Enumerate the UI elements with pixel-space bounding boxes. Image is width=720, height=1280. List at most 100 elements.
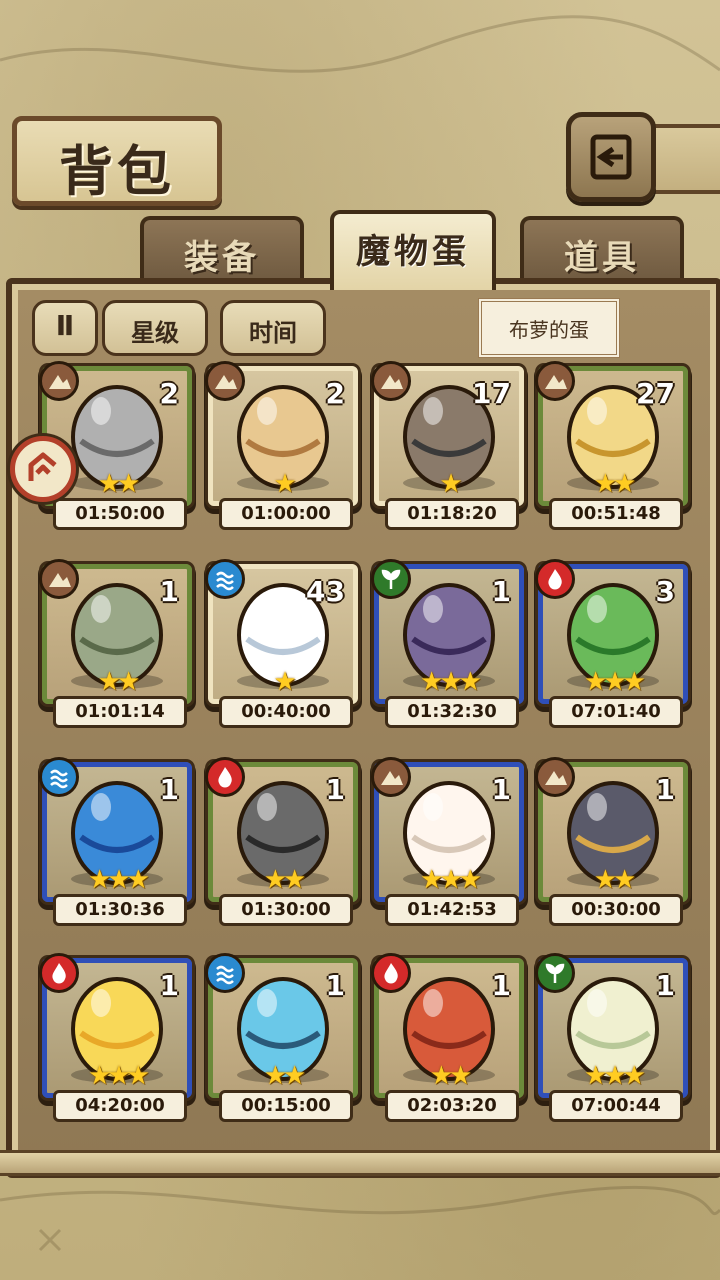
- hatch-timer-text: 01:01:14: [75, 701, 165, 722]
- egg-count: 17: [472, 377, 511, 410]
- fire-element-icon: [205, 757, 245, 797]
- star-rating: ★★: [263, 865, 307, 895]
- star-rating: ★★: [429, 1061, 473, 1091]
- egg-count: 2: [325, 377, 345, 410]
- tab-items[interactable]: 道具: [520, 216, 684, 282]
- egg-card[interactable]: 1 ★★★: [371, 559, 524, 704]
- hatch-timer-text: 01:32:30: [407, 701, 497, 722]
- egg-card[interactable]: 1 ★★: [535, 757, 688, 902]
- hatch-timer-text: 01:50:00: [75, 503, 165, 524]
- egg-card[interactable]: 1 ★★★: [39, 757, 192, 902]
- hatch-timer-text: 04:20:00: [75, 1095, 165, 1116]
- star-rating: ★★★: [88, 1061, 150, 1091]
- star-rating: ★★: [593, 865, 637, 895]
- hatch-timer-text: 00:51:48: [571, 503, 661, 524]
- egg-count: 1: [655, 773, 675, 806]
- star-rating: ★: [439, 469, 462, 499]
- star-rating: ★★★: [584, 1061, 646, 1091]
- hatch-timer: 02:03:20: [385, 1090, 519, 1122]
- egg-count: 3: [655, 575, 675, 608]
- arrow-badge-icon: [28, 452, 57, 481]
- hatch-timer: 00:30:00: [549, 894, 683, 926]
- hatch-timer-text: 01:42:53: [407, 899, 497, 920]
- water-element-icon: [39, 757, 79, 797]
- water-element-icon: [205, 953, 245, 993]
- egg-card[interactable]: 1 ★★★: [371, 757, 524, 902]
- star-rating: ★★★: [420, 667, 482, 697]
- grass-element-icon: [535, 953, 575, 993]
- earth-element-icon: [371, 361, 411, 401]
- hatch-timer: 01:30:00: [219, 894, 353, 926]
- earth-element-icon: [371, 757, 411, 797]
- hatch-timer: 01:18:20: [385, 498, 519, 530]
- star-rating: ★★: [97, 667, 141, 697]
- star-rating: ★: [273, 667, 296, 697]
- tab-items-label: 道具: [564, 238, 640, 278]
- hatch-timer-text: 01:18:20: [407, 503, 497, 524]
- hatch-timer: 01:30:36: [53, 894, 187, 926]
- egg-card[interactable]: 1 ★★: [205, 953, 358, 1098]
- hatch-timer: 00:40:00: [219, 696, 353, 728]
- egg-card[interactable]: 27 ★★: [535, 361, 688, 506]
- hatch-timer-text: 01:30:00: [241, 899, 331, 920]
- star-rating: ★★★: [584, 667, 646, 697]
- hatch-timer: 01:50:00: [53, 498, 187, 530]
- star-rating: ★★: [263, 1061, 307, 1091]
- sort-by-star-label: 星级: [131, 319, 179, 347]
- hatch-timer-text: 00:40:00: [241, 701, 331, 722]
- egg-card[interactable]: 2 ★: [205, 361, 358, 506]
- star-rating: ★: [273, 469, 296, 499]
- sort-by-star-button[interactable]: 星级: [102, 300, 208, 356]
- fire-element-icon: [371, 953, 411, 993]
- egg-count: 27: [636, 377, 675, 410]
- egg-card[interactable]: 1 ★★★: [535, 953, 688, 1098]
- back-arrow-icon: [590, 134, 632, 180]
- egg-card[interactable]: 1 ★★: [205, 757, 358, 902]
- hatch-timer-text: 07:00:44: [571, 1095, 661, 1116]
- sort-order-toggle[interactable]: Ⅱ: [32, 300, 98, 356]
- egg-card[interactable]: 1 ★★: [371, 953, 524, 1098]
- star-rating: ★★: [593, 469, 637, 499]
- hatch-timer: 01:01:14: [53, 696, 187, 728]
- egg-card[interactable]: 1 ★★★: [39, 953, 192, 1098]
- tab-monster-eggs-label: 魔物蛋: [356, 232, 470, 272]
- bottom-rail: [0, 1150, 720, 1176]
- sort-order-icon: Ⅱ: [55, 309, 75, 342]
- tooltip-text: 布萝的蛋: [509, 318, 589, 342]
- hatch-timer: 04:20:00: [53, 1090, 187, 1122]
- tab-monster-eggs[interactable]: 魔物蛋: [330, 210, 496, 290]
- grass-element-icon: [371, 559, 411, 599]
- egg-count: 2: [159, 377, 179, 410]
- earth-element-icon: [39, 559, 79, 599]
- egg-count: 1: [325, 773, 345, 806]
- water-element-icon: [205, 559, 245, 599]
- earth-element-icon: [535, 757, 575, 797]
- fire-element-icon: [535, 559, 575, 599]
- egg-name-tooltip: 布萝的蛋: [478, 298, 620, 358]
- hatch-timer-text: 01:00:00: [241, 503, 331, 524]
- earth-element-icon: [39, 361, 79, 401]
- egg-card[interactable]: 1 ★★: [39, 559, 192, 704]
- egg-card[interactable]: 43 ★: [205, 559, 358, 704]
- egg-count: 1: [491, 773, 511, 806]
- hatch-timer-text: 07:01:40: [571, 701, 661, 722]
- back-button[interactable]: [566, 112, 656, 202]
- star-rating: ★★★: [88, 865, 150, 895]
- tab-equipment-label: 装备: [184, 238, 260, 278]
- egg-count: 1: [655, 969, 675, 1002]
- egg-count: 1: [491, 969, 511, 1002]
- egg-card[interactable]: 17 ★: [371, 361, 524, 506]
- hatch-timer-text: 00:30:00: [571, 899, 661, 920]
- info-badge[interactable]: [10, 436, 76, 502]
- hatch-timer: 07:01:40: [549, 696, 683, 728]
- sort-by-time-label: 时间: [249, 319, 297, 347]
- hatch-timer: 00:15:00: [219, 1090, 353, 1122]
- egg-count: 1: [159, 575, 179, 608]
- hatch-timer: 01:32:30: [385, 696, 519, 728]
- sort-by-time-button[interactable]: 时间: [220, 300, 326, 356]
- earth-element-icon: [205, 361, 245, 401]
- tab-equipment[interactable]: 装备: [140, 216, 304, 282]
- hatch-timer: 07:00:44: [549, 1090, 683, 1122]
- page-title: 背包: [59, 140, 175, 203]
- egg-card[interactable]: 3 ★★★: [535, 559, 688, 704]
